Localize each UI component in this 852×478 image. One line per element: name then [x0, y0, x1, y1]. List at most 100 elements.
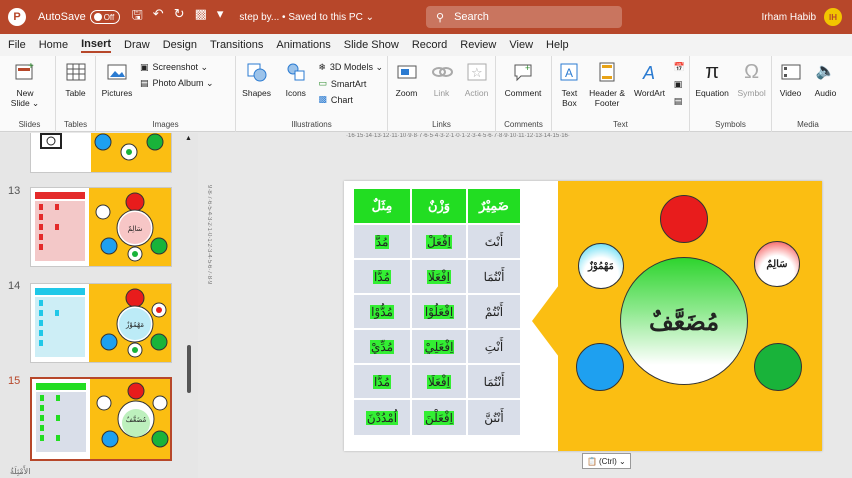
date-time-icon[interactable]: 📅	[674, 62, 685, 73]
blue-circle[interactable]	[576, 343, 624, 391]
svg-text:مُضَعَّفٌ: مُضَعَّفٌ	[126, 415, 147, 424]
table-header: وَزْنٌ	[412, 189, 466, 223]
table-cell: اِفْعَلُوْا	[412, 294, 466, 328]
chart-button[interactable]: ▩ Chart	[318, 94, 383, 105]
table-cell: أَنْتِ	[468, 329, 520, 363]
table-cell: أَنْتُمَا	[468, 364, 520, 398]
scrollbar-handle[interactable]	[187, 345, 191, 393]
current-slide[interactable]: ضَمِيْرٌ وَزْنٌ مِثَلٌ أَنْتَ اِفْعَلْ م…	[344, 181, 822, 451]
slide-thumbnail-12[interactable]	[30, 133, 172, 173]
table-cell: اِفْعَلْ	[412, 224, 466, 258]
svg-text:+: +	[525, 63, 530, 73]
slide-editor-canvas: ·16·15·14·13·12·11·10·9·8·7·6·5·4·3·2·1·…	[198, 133, 852, 478]
table-cell: مُدَّ	[354, 224, 410, 258]
tab-transitions[interactable]: Transitions	[210, 39, 263, 51]
comment-icon: +	[510, 60, 536, 84]
group-links: Zoom Link ☆ Action Links	[388, 56, 496, 132]
svg-text:مَهْمُوْزٌ: مَهْمُوْزٌ	[125, 321, 144, 329]
tab-review[interactable]: Review	[460, 39, 496, 51]
powerpoint-logo-icon: P	[8, 8, 26, 26]
customize-qat-icon[interactable]: ▾	[217, 6, 224, 28]
table-cell: أَنْتُنَّ	[468, 399, 520, 435]
3d-models-button[interactable]: ❄ 3D Models ⌄	[318, 62, 383, 73]
tab-home[interactable]: Home	[39, 39, 68, 51]
undo-icon[interactable]: ↶	[153, 6, 164, 28]
ribbon: + New Slide ⌄ Slides Table Tables Pictur…	[0, 56, 852, 132]
pictures-icon	[104, 60, 130, 84]
table-cell: اِفْعَلَا	[412, 364, 466, 398]
autosave-toggle[interactable]: Off	[89, 10, 120, 24]
redo-icon[interactable]: ↻	[174, 6, 185, 28]
autosave-control[interactable]: AutoSave Off	[38, 10, 120, 24]
paste-options-button[interactable]: 📋 (Ctrl) ⌄	[582, 453, 631, 469]
zoom-icon	[394, 60, 420, 84]
omega-icon: Ω	[744, 61, 760, 83]
tab-file[interactable]: File	[8, 39, 26, 51]
svg-text:سَالِمٌ: سَالِمٌ	[128, 225, 143, 233]
svg-text:+: +	[28, 61, 34, 72]
table-cell: مُدَّا	[354, 259, 410, 293]
slide-number-icon[interactable]: ▣	[674, 79, 685, 90]
save-icon[interactable]: 🖫	[132, 6, 143, 28]
start-from-beginning-icon[interactable]: ▩	[195, 6, 207, 28]
object-icon[interactable]: ▤	[674, 96, 685, 107]
link-icon	[429, 60, 455, 84]
clipboard-icon: 📋	[587, 456, 597, 466]
table-cell: مُدَّا	[354, 364, 410, 398]
table-header: ضَمِيْرٌ	[468, 189, 520, 223]
icons-icon	[283, 60, 309, 84]
wordart-icon: A	[637, 60, 663, 84]
smartart-button[interactable]: ▭ SmartArt	[318, 78, 383, 89]
tab-design[interactable]: Design	[163, 39, 197, 51]
slide-thumbnails-panel: 13 سَالِمٌ 14 مَهْمُوْزٌ 15 مُضَعَّفٌ ال…	[0, 133, 198, 478]
table-icon	[63, 60, 89, 84]
group-media: Video 🔈 Audio Media	[772, 56, 844, 132]
tab-animations[interactable]: Animations	[276, 39, 330, 51]
tab-insert[interactable]: Insert	[81, 38, 112, 53]
left-label-circle[interactable]: مَهْمُوْزٌ	[578, 243, 624, 289]
audio-icon: 🔈	[815, 63, 836, 80]
smartart-icon: ▭	[318, 78, 327, 88]
screenshot-icon: ▣	[140, 62, 149, 72]
slide-thumbnail-15[interactable]: مُضَعَّفٌ	[30, 377, 172, 461]
table-cell: أَنْتَ	[468, 224, 520, 258]
user-account[interactable]: Irham Habib IH	[762, 8, 842, 26]
table-cell: أَنْتُمْ	[468, 294, 520, 328]
scroll-up-icon[interactable]: ▲	[185, 135, 192, 142]
arrow-notch	[532, 281, 562, 361]
autosave-label: AutoSave	[38, 11, 86, 23]
horizontal-ruler: ·16·15·14·13·12·11·10·9·8·7·6·5·4·3·2·1·…	[346, 133, 570, 139]
tab-draw[interactable]: Draw	[124, 39, 150, 51]
slide-thumbnail-13[interactable]: سَالِمٌ	[30, 187, 172, 267]
photo-album-button[interactable]: ▤ Photo Album ⌄	[140, 78, 214, 89]
tab-help[interactable]: Help	[546, 39, 569, 51]
tab-view[interactable]: View	[509, 39, 533, 51]
video-icon	[778, 60, 804, 84]
slide-number: 15	[8, 375, 21, 387]
thumbnail-scrollbar[interactable]: ▲	[185, 135, 192, 478]
group-images: Pictures ▣ Screenshot ⌄ ▤ Photo Album ⌄ Im…	[96, 56, 236, 132]
screenshot-button[interactable]: ▣ Screenshot ⌄	[140, 62, 214, 73]
ribbon-tabs: File Home Insert Draw Design Transitions…	[0, 34, 852, 56]
avatar[interactable]: IH	[824, 8, 842, 26]
red-circle[interactable]	[660, 195, 708, 243]
green-circle[interactable]	[754, 343, 802, 391]
tab-record[interactable]: Record	[412, 39, 447, 51]
vertical-ruler: 9·8·7·6·5·4·3·2·1·0·1·2·3·4·5·6·7·8·9	[206, 185, 212, 285]
group-tables: Table Tables	[56, 56, 96, 132]
search-icon: ⚲	[436, 11, 445, 24]
slide-thumbnail-14[interactable]: مَهْمُوْزٌ	[30, 283, 172, 363]
tab-slide-show[interactable]: Slide Show	[344, 39, 399, 51]
header-footer-icon	[594, 60, 620, 84]
search-box[interactable]: ⚲ Search	[426, 6, 622, 28]
pi-icon: π	[705, 61, 720, 83]
group-comments: + Comment Comments	[496, 56, 552, 132]
slide-number: 14	[8, 280, 21, 292]
document-title[interactable]: step by... • Saved to this PC ⌄	[239, 12, 374, 23]
table-cell: مُدُّوْا	[354, 294, 410, 328]
photo-album-icon: ▤	[140, 78, 149, 88]
user-name: Irham Habib	[761, 11, 816, 23]
right-label-circle[interactable]: سَالِمٌ	[754, 241, 800, 287]
table-cell: اِفْعَلْنَ	[412, 399, 466, 435]
center-circle[interactable]: مُضَعَّفٌ	[620, 257, 748, 385]
